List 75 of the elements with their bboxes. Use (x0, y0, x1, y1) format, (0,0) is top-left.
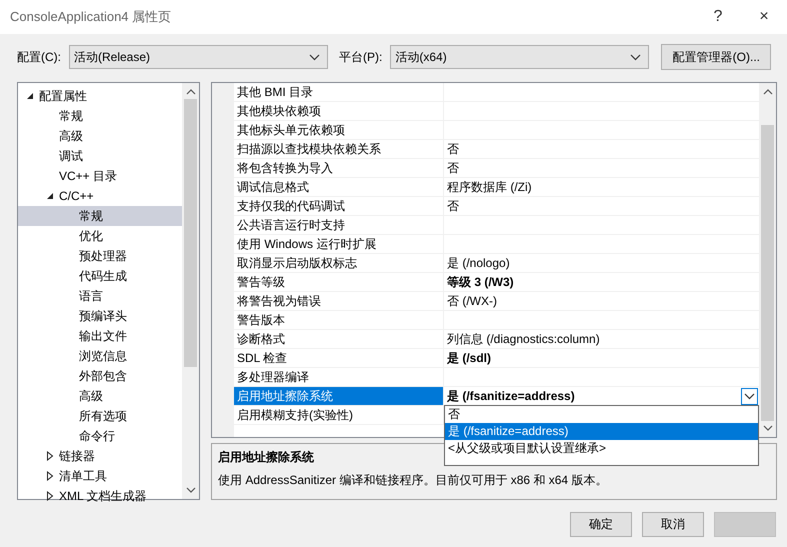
dropdown-option[interactable]: 否 (445, 406, 758, 423)
chevron-down-icon (309, 54, 320, 60)
tree-item[interactable]: 外部包含 (18, 366, 182, 386)
tree-item[interactable]: 浏览信息 (18, 346, 182, 366)
tree-item[interactable]: 预处理器 (18, 246, 182, 266)
tree-item[interactable]: 链接器 (18, 446, 182, 466)
dropdown-option[interactable]: <从父级或项目默认设置继承> (445, 440, 758, 457)
scroll-down-icon[interactable] (762, 425, 772, 432)
property-name[interactable]: SDL 检查 (234, 349, 444, 368)
property-name[interactable]: 取消显示启动版权标志 (234, 254, 444, 273)
property-name[interactable]: 其他标头单元依赖项 (234, 121, 444, 140)
close-button[interactable]: × (741, 2, 787, 32)
property-name[interactable]: 警告版本 (234, 311, 444, 330)
property-name[interactable]: 警告等级 (234, 273, 444, 292)
scroll-up-icon[interactable] (762, 88, 772, 95)
property-name[interactable]: 其他模块依赖项 (234, 102, 444, 121)
property-name[interactable]: 启用地址擦除系统 (234, 387, 444, 406)
window-title: ConsoleApplication4 属性页 (10, 8, 172, 26)
help-button[interactable]: ? (695, 2, 741, 32)
platform-label: 平台(P): (339, 48, 382, 66)
tree-item[interactable]: 语言 (18, 286, 182, 306)
property-value: 程序数据库 (/Zi) (447, 178, 532, 196)
property-value: 是 (/nologo) (447, 254, 510, 272)
scroll-up-icon[interactable] (186, 88, 196, 95)
property-value: 是 (/sdl) (447, 350, 491, 366)
expanded-triangle-icon[interactable] (26, 92, 34, 100)
property-value: 等级 3 (/W3) (447, 274, 514, 290)
tree-item[interactable]: 常规 (18, 106, 182, 126)
tree-item[interactable]: 输出文件 (18, 326, 182, 346)
tree-item[interactable]: 预编译头 (18, 306, 182, 326)
tree-item[interactable]: 代码生成 (18, 266, 182, 286)
tree-item[interactable]: 配置属性 (18, 86, 182, 106)
property-value: 否 (447, 160, 459, 176)
chevron-down-icon (744, 393, 755, 400)
dialog-button[interactable]: 取消 (642, 512, 704, 537)
tree-item[interactable]: 命令行 (18, 426, 182, 446)
property-value: 是 (/fsanitize=address) (447, 388, 575, 404)
property-value: 否 (447, 140, 459, 158)
config-label: 配置(C): (17, 48, 61, 66)
tree-item[interactable]: 优化 (18, 226, 182, 246)
chevron-down-icon (630, 54, 642, 60)
tree-item[interactable]: XML 文档生成器 (18, 486, 182, 506)
expanded-triangle-icon[interactable] (46, 192, 54, 200)
dropdown-button[interactable] (741, 388, 758, 405)
property-name[interactable]: 使用 Windows 运行时扩展 (234, 235, 444, 254)
tree-item[interactable]: 调试 (18, 146, 182, 166)
property-value: 否 (447, 198, 459, 214)
scrollbar[interactable] (182, 83, 199, 499)
description-text: 使用 AddressSanitizer 编译和链接程序。目前仅可用于 x86 和 x64 版本。 (218, 472, 608, 489)
scroll-down-icon[interactable] (186, 487, 196, 494)
description-title: 启用地址擦除系统 (218, 449, 315, 466)
tree-item[interactable]: 高级 (18, 126, 182, 146)
property-name[interactable]: 支持仅我的代码调试 (234, 197, 444, 216)
property-value: 列信息 (/diagnostics:column) (447, 330, 600, 348)
property-name[interactable]: 调试信息格式 (234, 178, 444, 197)
scrollbar[interactable] (759, 83, 776, 437)
property-name[interactable]: 其他 BMI 目录 (234, 83, 444, 102)
tree-item[interactable]: 所有选项 (18, 406, 182, 426)
config-dropdown[interactable]: 活动(Release) (69, 45, 328, 69)
property-name[interactable]: 扫描源以查找模块依赖关系 (234, 140, 444, 159)
configuration-manager-button[interactable]: 配置管理器(O)... (661, 44, 772, 70)
tree-item[interactable]: 清单工具 (18, 466, 182, 486)
tree-item[interactable]: VC++ 目录 (18, 166, 182, 186)
tree-item[interactable]: C/C++ (18, 186, 182, 206)
tree-item[interactable]: 常规 (18, 206, 182, 226)
property-name[interactable]: 公共语言运行时支持 (234, 216, 444, 235)
property-name[interactable]: 诊断格式 (234, 330, 444, 349)
tree-item[interactable]: 高级 (18, 386, 182, 406)
dropdown-option[interactable]: 是 (/fsanitize=address) (445, 423, 758, 440)
platform-dropdown[interactable]: 活动(x64) (390, 45, 650, 69)
property-name[interactable]: 将包含转换为导入 (234, 159, 444, 178)
property-name[interactable]: 启用模糊支持(实验性) (234, 406, 444, 425)
dialog-button[interactable]: 确定 (570, 512, 632, 537)
property-name[interactable]: 将警告视为错误 (234, 292, 444, 311)
property-value: 否 (/WX-) (447, 292, 497, 310)
